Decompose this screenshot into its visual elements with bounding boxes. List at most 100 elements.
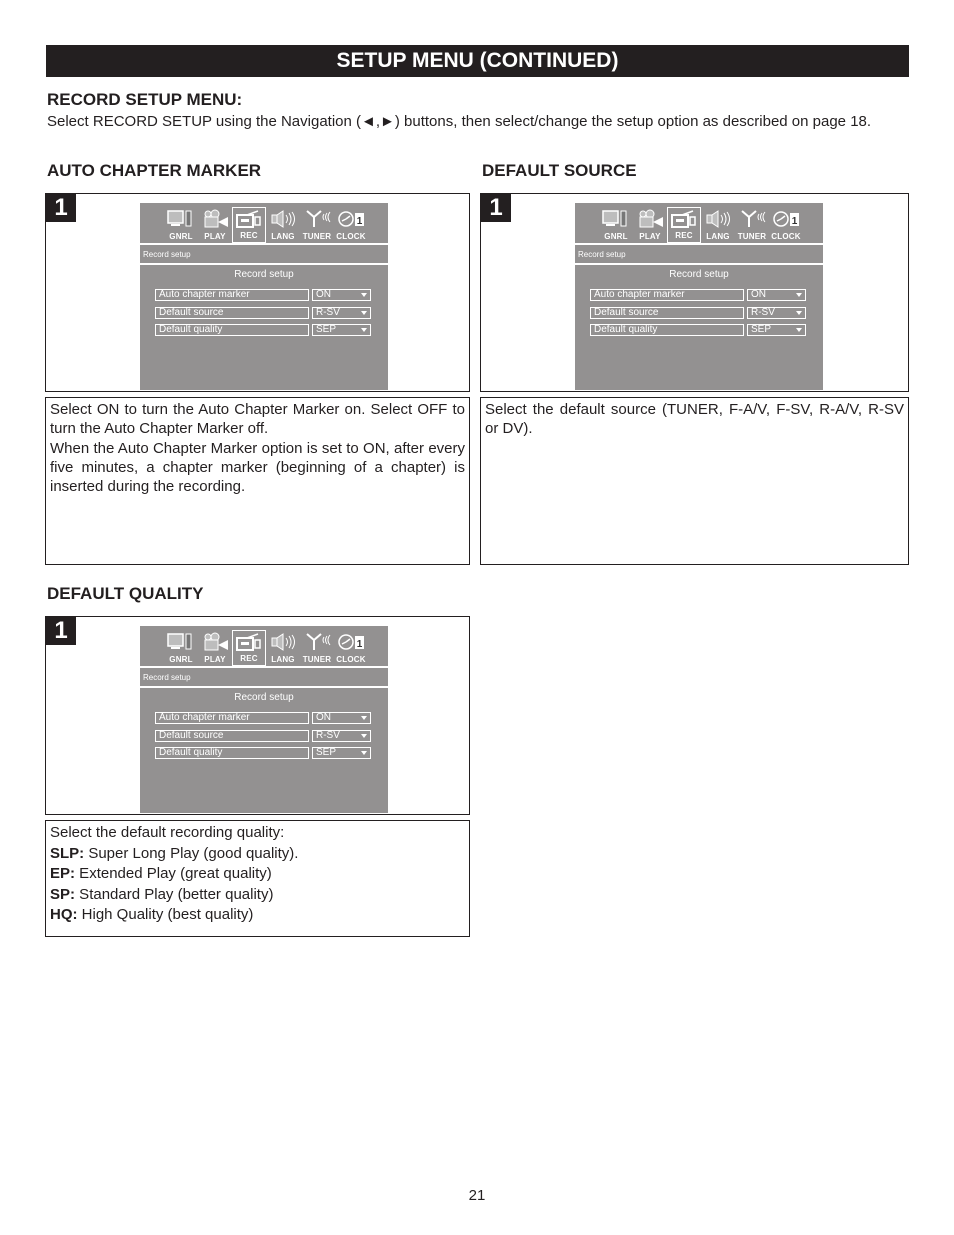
camcorder-icon [671,210,696,228]
heading-default-source: DEFAULT SOURCE [482,161,637,180]
clock-badge: 1 [357,216,363,227]
quality-term: EP: [50,865,76,882]
setting-name: Default quality [590,324,744,336]
tab-lang[interactable]: LANG [701,207,735,243]
tab-label: LANG [271,232,295,241]
tab-gnrl[interactable]: GNRL [164,630,198,666]
setting-value-dropdown[interactable]: SEP [312,324,371,336]
description-default-quality: Select the default recording quality: SL… [45,820,470,937]
clock-icon: 1 [338,211,364,227]
speaker-icon [271,210,295,228]
osd-panel-title: Record setup [669,269,729,280]
tab-clock[interactable]: 1 CLOCK [334,630,368,666]
intro-paragraph: Select RECORD SETUP using the Navigation… [47,113,872,130]
tab-label: CLOCK [336,655,366,664]
tv-remote-icon [167,210,192,227]
osd-panel-title: Record setup [234,269,294,280]
heading-auto-chapter-marker: AUTO CHAPTER MARKER [47,161,262,180]
quality-desc: Extended Play (great quality) [75,865,272,882]
quality-desc: Super Long Play (good quality). [84,844,299,862]
tab-gnrl[interactable]: GNRL [164,207,198,243]
description-intro: Select the default recording quality: [50,824,285,841]
clock-icon: 1 [773,211,799,227]
setting-value: ON [751,289,766,300]
camcorder-icon [236,633,261,651]
speaker-icon [271,633,295,651]
heading-default-quality: DEFAULT QUALITY [47,584,204,603]
osd-breadcrumb: Record setup [140,245,388,265]
step-number: 1 [46,194,76,222]
tab-gnrl[interactable]: GNRL [599,207,633,243]
dropdown-arrow-icon[interactable] [361,293,367,297]
tab-label: GNRL [169,232,193,241]
setting-value-dropdown[interactable]: R-SV [312,307,371,319]
setting-value: ON [316,712,331,723]
osd-tab-bar: GNRL PLAY REC LANG TUNER 1 CLOCK [140,203,388,245]
screenshot-frame-default-quality: 1 GNRL PLAY REC LANG TUNER 1 CLOCK Recor… [45,616,470,815]
osd-tab-bar: GNRL PLAY REC LANG TUNER 1 CLOCK [575,203,823,245]
dropdown-arrow-icon[interactable] [361,716,367,720]
quality-term: HQ: [50,906,78,923]
tab-label: REC [240,231,258,240]
dropdown-arrow-icon[interactable] [361,311,367,315]
page-number: 21 [468,1187,486,1204]
tab-label: TUNER [302,232,332,241]
setting-value-dropdown[interactable]: R-SV [747,307,806,319]
tab-clock[interactable]: 1 CLOCK [334,207,368,243]
dropdown-arrow-icon[interactable] [796,293,802,297]
step-number: 1 [46,617,76,645]
tab-play[interactable]: PLAY [198,630,232,666]
osd-breadcrumb: Record setup [140,668,388,688]
tab-tuner[interactable]: TUNER [735,207,769,243]
antenna-icon [306,210,331,227]
step-number: 1 [481,194,511,222]
camcorder-icon [236,210,261,228]
dropdown-arrow-icon[interactable] [796,328,802,332]
description-paragraph: Select the default source (TUNER, F-A/V,… [485,401,904,437]
setting-value-dropdown[interactable]: SEP [312,747,371,759]
tab-lang[interactable]: LANG [266,207,300,243]
dropdown-arrow-icon[interactable] [361,734,367,738]
tab-clock[interactable]: 1 CLOCK [769,207,803,243]
projector-icon [639,209,663,228]
tab-label: PLAY [639,232,661,241]
page-title: SETUP MENU (CONTINUED) [46,45,909,77]
tab-rec[interactable]: REC [232,207,266,243]
tab-label: GNRL [604,232,628,241]
setting-value-dropdown[interactable]: ON [747,289,806,301]
tab-play[interactable]: PLAY [633,207,667,243]
tab-rec[interactable]: REC [667,207,701,243]
setting-value-dropdown[interactable]: ON [312,289,371,301]
antenna-icon [741,210,766,227]
clock-icon: 1 [338,634,364,650]
dropdown-arrow-icon[interactable] [361,328,367,332]
tab-label: LANG [706,232,730,241]
tab-label: REC [240,654,258,663]
tab-rec[interactable]: REC [232,630,266,666]
setting-value-dropdown[interactable]: ON [312,712,371,724]
setting-value-dropdown[interactable]: SEP [747,324,806,336]
tv-remote-icon [602,210,627,227]
tab-lang[interactable]: LANG [266,630,300,666]
setting-value: SEP [751,324,772,335]
quality-term: SP: [50,885,76,903]
setting-name: Default source [155,307,309,319]
setting-name: Default quality [155,747,309,759]
screenshot-frame-default-source: 1 GNRL PLAY REC LANG TUNER 1 CLOCK Recor… [480,193,909,392]
setting-value: SEP [316,324,337,335]
tab-play[interactable]: PLAY [198,207,232,243]
tab-tuner[interactable]: TUNER [300,207,334,243]
setting-value: R-SV [751,307,775,318]
dropdown-arrow-icon[interactable] [796,311,802,315]
tab-label: REC [675,231,693,240]
setting-value-dropdown[interactable]: R-SV [312,730,371,742]
tab-tuner[interactable]: TUNER [300,630,334,666]
tab-label: LANG [271,655,295,664]
osd-screen: GNRL PLAY REC LANG TUNER 1 CLOCK Record … [140,626,388,813]
description-paragraph: Select ON to turn the Auto Chapter Marke… [50,401,465,437]
section-heading-record-setup: RECORD SETUP MENU: [47,90,243,109]
dropdown-arrow-icon[interactable] [361,751,367,755]
osd-tab-bar: GNRL PLAY REC LANG TUNER 1 CLOCK [140,626,388,668]
setting-name: Auto chapter marker [155,712,309,724]
description-default-source: Select the default source (TUNER, F-A/V,… [480,397,909,565]
